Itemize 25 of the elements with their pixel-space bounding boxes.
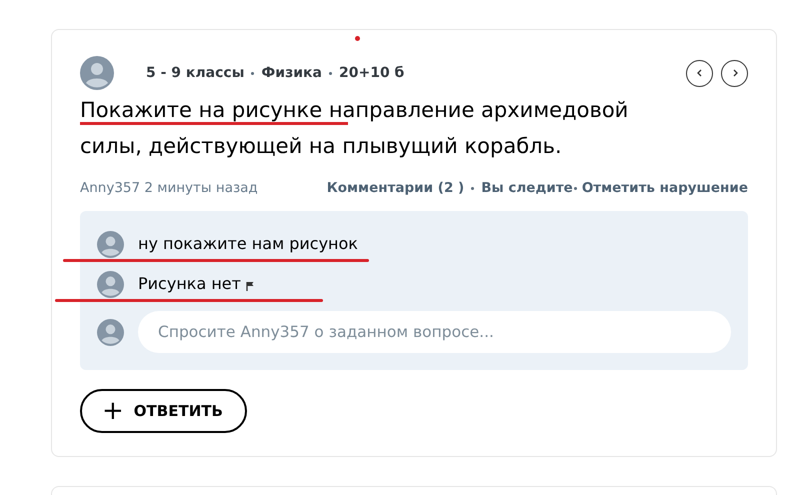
action-link[interactable]: Отметить нарушение [582,178,748,198]
action-link[interactable]: Вы следите [481,178,573,198]
comment-text: ну покажите нам рисунок [138,233,358,256]
grade-link[interactable]: 5 - 9 классы [146,62,244,84]
next-button[interactable] [721,60,748,86]
separator-dot [574,186,577,190]
previous-button[interactable] [686,60,713,86]
author-time: Anny357 2 минуты назад [80,179,258,198]
answer-button[interactable]: + ОТВЕТИТЬ [80,389,247,434]
comment-text: Рисунка нет [138,273,241,296]
separator-dot [328,72,332,74]
comment-field[interactable]: Спросите Anny357 о заданном вопросе... [138,311,731,354]
chevron-right-icon [730,68,738,78]
annotation-dot [355,36,360,41]
separator-dot [471,186,474,190]
points-label: 20+10 б [338,64,404,82]
avatar-icon [97,230,124,258]
flag-icon[interactable] [246,280,255,291]
subject-link[interactable]: Физика [261,62,322,84]
chevron-left-icon [696,68,704,78]
avatar-icon [97,270,124,298]
separator-dot [251,72,254,74]
avatar-icon [80,56,114,90]
action-link[interactable]: Комментарии (2 ) [326,178,464,198]
avatar-icon [97,318,124,346]
